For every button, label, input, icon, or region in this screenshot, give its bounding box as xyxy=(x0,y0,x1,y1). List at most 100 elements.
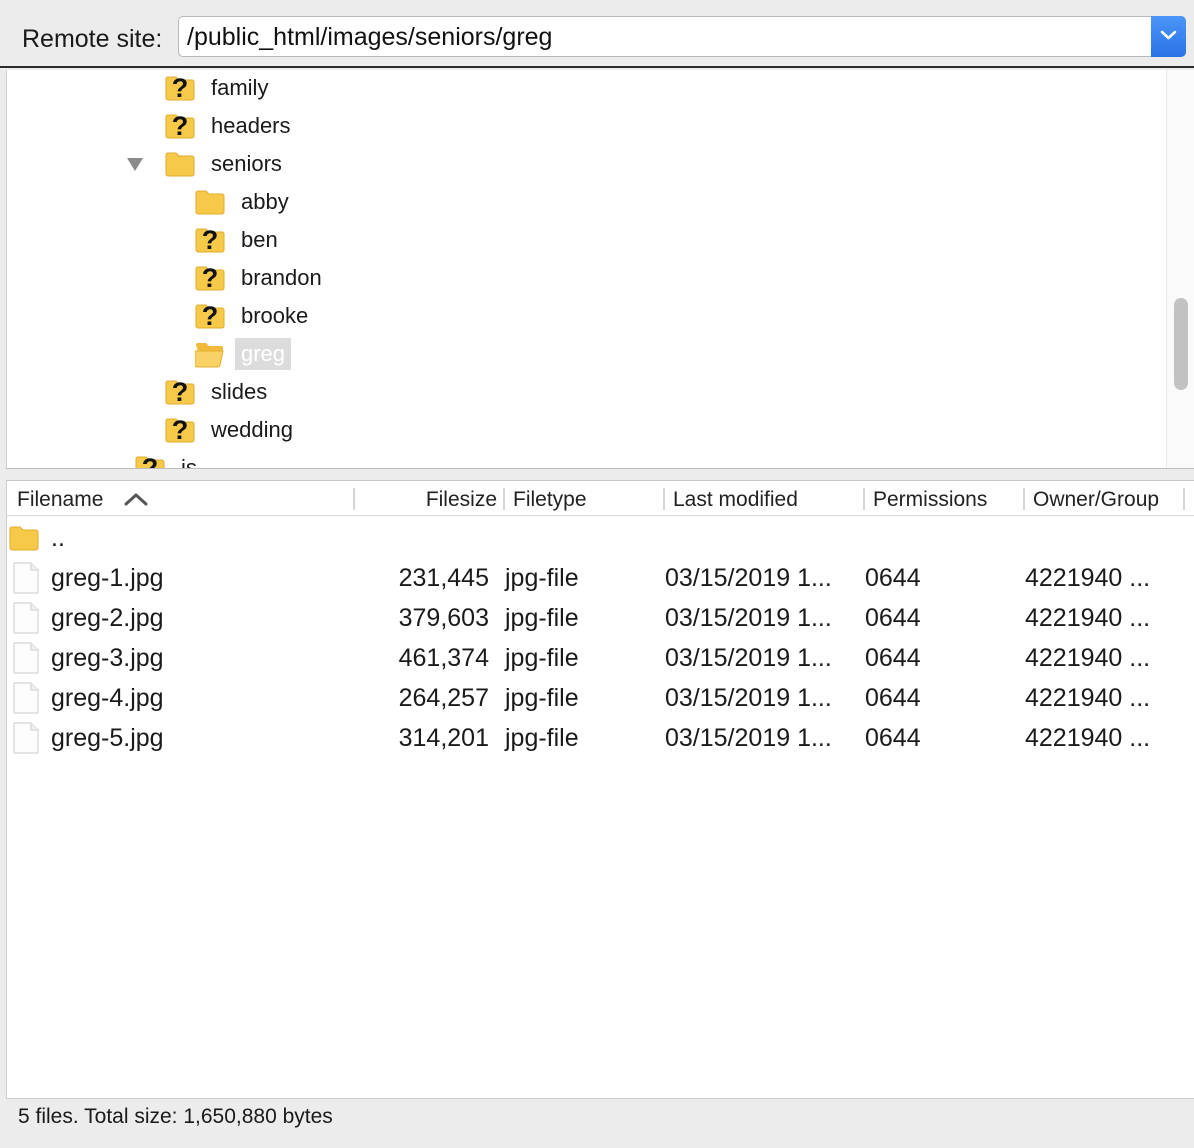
tree-item-label: seniors xyxy=(211,151,282,176)
file-size: 379,603 xyxy=(398,604,489,632)
file-name: greg-2.jpg xyxy=(51,604,164,632)
svg-text:?: ? xyxy=(172,377,189,407)
file-list[interactable]: Filename Filesize Filetype Last modified… xyxy=(6,480,1194,1100)
tree-item-label: family xyxy=(211,75,269,100)
file-last-modified: 03/15/2019 1... xyxy=(665,724,832,752)
file-last-modified: 03/15/2019 1... xyxy=(665,684,832,712)
column-separator[interactable] xyxy=(663,488,665,510)
unknown-folder-icon: ? xyxy=(165,73,195,103)
column-header-filename[interactable]: Filename xyxy=(17,487,103,513)
status-text: 5 files. Total size: 1,650,880 bytes xyxy=(18,1105,333,1128)
file-last-modified: 03/15/2019 1... xyxy=(665,564,832,592)
directory-tree[interactable]: ? family? headers seniors abby? ben? brandon? b… xyxy=(6,70,1194,469)
column-separator[interactable] xyxy=(1023,488,1025,510)
file-type: jpg-file xyxy=(505,684,579,712)
file-icon xyxy=(13,602,39,634)
file-row[interactable]: greg-4.jpg 264,257 jpg-file 03/15/2019 1...… xyxy=(7,678,1194,718)
parent-directory-row[interactable]: .. xyxy=(7,518,1194,558)
parent-directory-name: .. xyxy=(51,524,65,552)
tree-item-label: wedding xyxy=(211,417,293,442)
unknown-folder-icon: ? xyxy=(195,301,225,331)
file-name: greg-3.jpg xyxy=(51,644,164,672)
tree-item-label: brooke xyxy=(241,303,309,328)
file-row[interactable]: greg-2.jpg 379,603 jpg-file 03/15/2019 1...… xyxy=(7,598,1194,638)
unknown-folder-icon: ? xyxy=(165,111,195,141)
file-icon xyxy=(13,642,39,674)
remote-site-panel: Remote site: ? family? headers seniors abby?… xyxy=(0,0,1194,1148)
file-row[interactable]: greg-3.jpg 461,374 jpg-file 03/15/2019 1...… xyxy=(7,638,1194,678)
column-header-owner-group[interactable]: Owner/Group xyxy=(1033,487,1159,513)
column-separator[interactable] xyxy=(863,488,865,510)
tree-item-seniors[interactable]: seniors xyxy=(165,146,288,182)
file-last-modified: 03/15/2019 1... xyxy=(665,604,832,632)
unknown-folder-icon: ? xyxy=(135,453,165,469)
file-permissions: 0644 xyxy=(865,604,921,632)
file-row[interactable]: greg-1.jpg 231,445 jpg-file 03/15/2019 1...… xyxy=(7,558,1194,598)
file-owner-group: 4221940 ... xyxy=(1025,724,1151,752)
folder-icon xyxy=(165,152,195,177)
unknown-folder-icon: ? xyxy=(165,377,195,407)
tree-item-headers[interactable]: ? headers xyxy=(165,108,297,144)
column-header-filesize[interactable]: Filesize xyxy=(357,487,497,513)
svg-text:?: ? xyxy=(202,263,219,293)
status-bar: 5 files. Total size: 1,650,880 bytes xyxy=(6,1098,1194,1134)
file-size: 264,257 xyxy=(398,684,489,712)
svg-text:?: ? xyxy=(142,453,159,469)
tree-item-family[interactable]: ? family xyxy=(165,70,274,106)
file-size: 461,374 xyxy=(398,644,489,672)
unknown-folder-icon: ? xyxy=(165,415,195,445)
column-header-filetype[interactable]: Filetype xyxy=(513,487,587,513)
tree-item-brandon[interactable]: ? brandon xyxy=(195,260,328,296)
unknown-folder-icon: ? xyxy=(195,225,225,255)
chevron-down-icon xyxy=(1160,30,1177,40)
file-icon xyxy=(13,562,39,594)
tree-item-wedding[interactable]: ? wedding xyxy=(165,412,299,448)
file-name: greg-4.jpg xyxy=(51,684,164,712)
tree-scrollbar[interactable] xyxy=(1166,70,1194,468)
column-separator[interactable] xyxy=(353,488,355,510)
sort-ascending-icon[interactable] xyxy=(123,491,149,507)
tree-item-greg[interactable]: greg xyxy=(195,336,292,372)
tree-item-brooke[interactable]: ? brooke xyxy=(195,298,314,334)
tree-item-js[interactable]: ? js xyxy=(135,450,203,469)
tree-item-ben[interactable]: ? ben xyxy=(195,222,284,258)
file-last-modified: 03/15/2019 1... xyxy=(665,644,832,672)
remote-site-dropdown-button[interactable] xyxy=(1151,16,1186,57)
tree-item-slides[interactable]: ? slides xyxy=(165,374,273,410)
file-type: jpg-file xyxy=(505,604,579,632)
disclosure-triangle-expanded-icon[interactable] xyxy=(125,156,145,172)
svg-text:?: ? xyxy=(172,73,189,103)
file-permissions: 0644 xyxy=(865,724,921,752)
file-owner-group: 4221940 ... xyxy=(1025,644,1151,672)
file-icon xyxy=(13,682,39,714)
file-size: 231,445 xyxy=(398,564,489,592)
file-name: greg-5.jpg xyxy=(51,724,164,752)
file-list-header: Filename Filesize Filetype Last modified… xyxy=(7,481,1194,516)
tree-scrollbar-thumb[interactable] xyxy=(1174,298,1188,390)
file-permissions: 0644 xyxy=(865,684,921,712)
remote-site-bar: Remote site: xyxy=(0,0,1194,68)
file-size: 314,201 xyxy=(398,724,489,752)
column-header-permissions[interactable]: Permissions xyxy=(873,487,987,513)
remote-site-path-input[interactable] xyxy=(187,22,1147,52)
file-row[interactable]: greg-5.jpg 314,201 jpg-file 03/15/2019 1...… xyxy=(7,718,1194,758)
tree-item-label: headers xyxy=(211,113,291,138)
remote-site-combo[interactable] xyxy=(178,16,1186,57)
svg-text:?: ? xyxy=(202,301,219,331)
svg-text:?: ? xyxy=(202,225,219,255)
svg-text:?: ? xyxy=(172,415,189,445)
remote-site-label: Remote site: xyxy=(22,25,163,53)
tree-item-label: slides xyxy=(211,379,268,404)
file-permissions: 0644 xyxy=(865,644,921,672)
column-header-last-modified[interactable]: Last modified xyxy=(673,487,798,513)
file-type: jpg-file xyxy=(505,644,579,672)
file-name: greg-1.jpg xyxy=(51,564,164,592)
column-separator[interactable] xyxy=(1183,488,1185,510)
column-separator[interactable] xyxy=(503,488,505,510)
tree-item-label: ben xyxy=(241,227,278,252)
tree-item-label: brandon xyxy=(241,265,322,290)
folder-icon xyxy=(9,526,39,551)
tree-item-abby[interactable]: abby xyxy=(195,184,295,220)
file-owner-group: 4221940 ... xyxy=(1025,684,1151,712)
file-owner-group: 4221940 ... xyxy=(1025,564,1151,592)
